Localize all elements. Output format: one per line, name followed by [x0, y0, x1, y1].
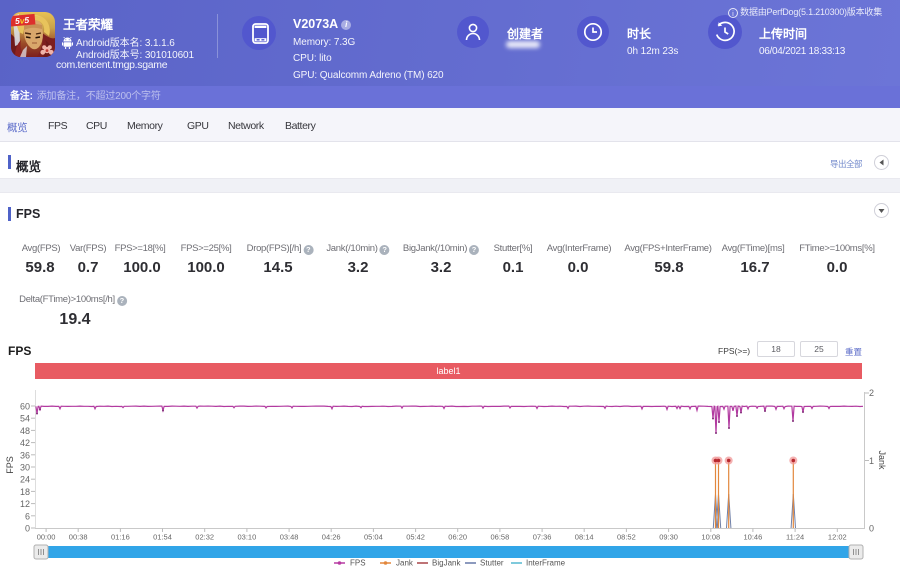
svg-text:InterFrame: InterFrame — [526, 559, 566, 568]
svg-text:2: 2 — [869, 388, 874, 398]
svg-text:02:32: 02:32 — [195, 533, 214, 542]
svg-text:30: 30 — [20, 463, 30, 473]
svg-text:00:38: 00:38 — [69, 533, 88, 542]
svg-text:01:54: 01:54 — [153, 533, 172, 542]
svg-text:12:02: 12:02 — [828, 533, 847, 542]
svg-text:54: 54 — [20, 414, 30, 424]
svg-text:FPS: FPS — [5, 456, 15, 474]
svg-text:0: 0 — [25, 524, 30, 534]
svg-text:18: 18 — [20, 487, 30, 497]
svg-text:09:30: 09:30 — [659, 533, 678, 542]
svg-text:Jank: Jank — [877, 450, 887, 470]
svg-text:05:04: 05:04 — [364, 533, 383, 542]
svg-text:42: 42 — [20, 438, 30, 448]
svg-text:06:20: 06:20 — [448, 533, 467, 542]
svg-text:03:10: 03:10 — [238, 533, 257, 542]
svg-text:06:58: 06:58 — [491, 533, 510, 542]
svg-text:10:46: 10:46 — [744, 533, 763, 542]
svg-text:60: 60 — [20, 402, 30, 412]
svg-text:00:00: 00:00 — [37, 533, 56, 542]
svg-text:11:24: 11:24 — [786, 533, 804, 542]
svg-text:08:14: 08:14 — [575, 533, 594, 542]
svg-text:BigJank: BigJank — [432, 559, 461, 568]
svg-text:24: 24 — [20, 475, 30, 485]
svg-text:10:08: 10:08 — [701, 533, 720, 542]
svg-text:12: 12 — [20, 499, 30, 509]
svg-text:Jank: Jank — [396, 559, 414, 568]
svg-text:04:26: 04:26 — [322, 533, 341, 542]
svg-text:Stutter: Stutter — [480, 559, 504, 568]
svg-text:0: 0 — [869, 524, 874, 534]
svg-text:36: 36 — [20, 450, 30, 460]
svg-text:08:52: 08:52 — [617, 533, 636, 542]
svg-text:01:16: 01:16 — [111, 533, 130, 542]
svg-text:6: 6 — [25, 511, 30, 521]
svg-text:03:48: 03:48 — [280, 533, 299, 542]
svg-text:05:42: 05:42 — [406, 533, 425, 542]
svg-text:5v5: 5v5 — [15, 15, 30, 26]
svg-text:07:36: 07:36 — [533, 533, 552, 542]
svg-text:1: 1 — [869, 456, 874, 466]
svg-text:48: 48 — [20, 426, 30, 436]
svg-text:FPS: FPS — [350, 559, 366, 568]
